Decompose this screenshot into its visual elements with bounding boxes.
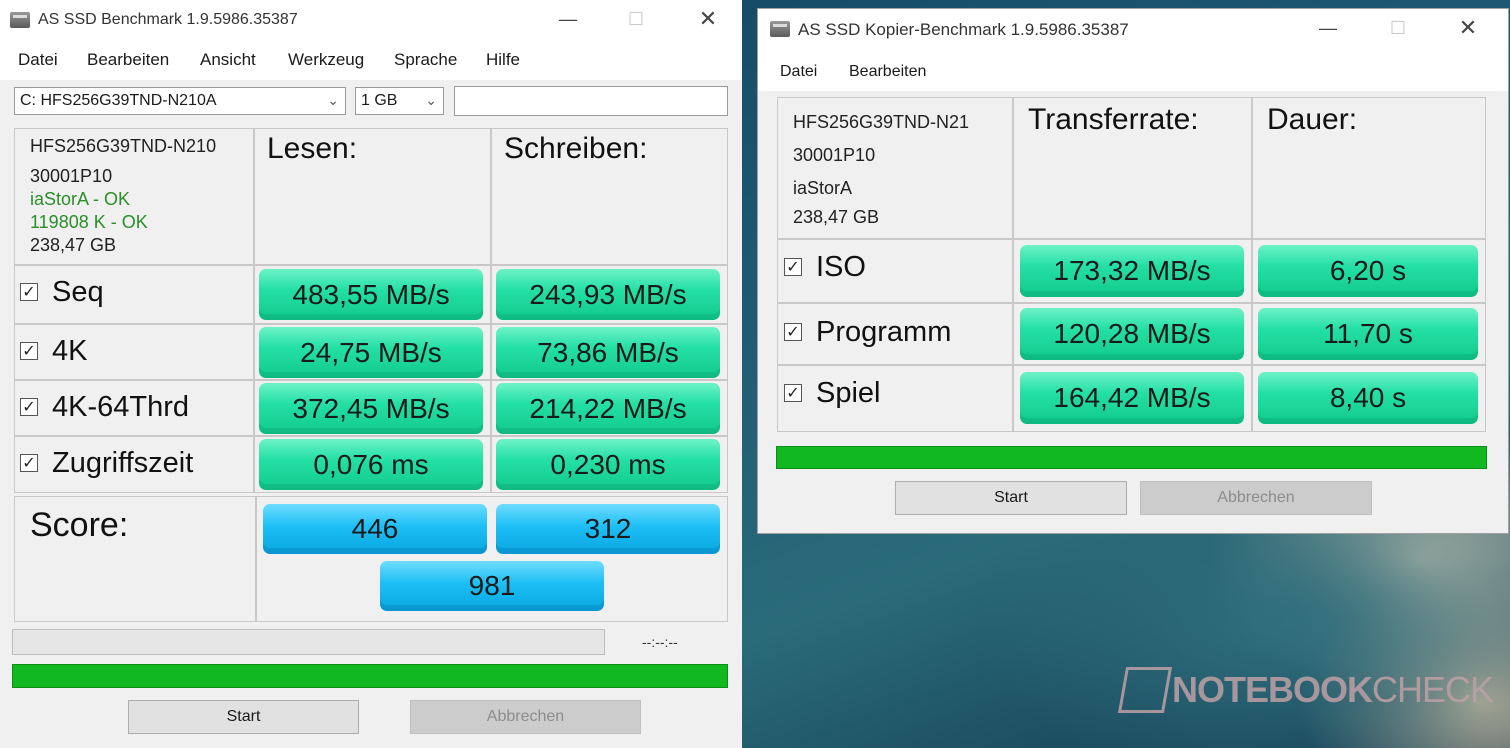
close-button[interactable]: ✕	[1446, 13, 1490, 43]
checkbox-checked-icon[interactable]: ✓	[784, 323, 802, 341]
result-write: 73,86 MB/s	[496, 327, 720, 378]
test-4k-64thrd[interactable]: ✓ 4K-64Thrd	[20, 389, 189, 425]
window-title: AS SSD Kopier-Benchmark 1.9.5986.35387	[798, 20, 1129, 39]
menu-hilfe[interactable]: Hilfe	[486, 50, 520, 70]
rate-header: Transferrate:	[1028, 103, 1199, 136]
test-iso[interactable]: ✓ ISO	[784, 249, 866, 285]
test-seq[interactable]: ✓ Seq	[20, 274, 104, 310]
copy-progress-bar	[776, 446, 1487, 469]
result-write: 243,93 MB/s	[496, 269, 720, 320]
size-select-value: 1 GB	[361, 92, 398, 109]
drive-select[interactable]: C: HFS256G39TND-N210A ⌄	[14, 87, 346, 115]
checkbox-checked-icon[interactable]: ✓	[20, 342, 38, 360]
minimize-button[interactable]: —	[546, 4, 590, 34]
drive-firmware: 30001P10	[30, 166, 113, 186]
result-read: 0,076 ms	[259, 439, 483, 490]
drive-capacity: 238,47 GB	[793, 207, 880, 227]
checkbox-checked-icon[interactable]: ✓	[20, 283, 38, 301]
size-select[interactable]: 1 GB ⌄	[355, 87, 444, 115]
close-button[interactable]: ✕	[686, 4, 730, 34]
score-read: 446	[263, 504, 487, 554]
elapsed-time: --:--:--	[642, 634, 678, 650]
chevron-down-icon: ⌄	[327, 92, 339, 108]
checkbox-checked-icon[interactable]: ✓	[784, 384, 802, 402]
result-rate: 173,32 MB/s	[1020, 245, 1244, 297]
driver-status: iaStorA - OK	[30, 189, 131, 209]
test-programm[interactable]: ✓ Programm	[784, 314, 951, 350]
cancel-button: Abbrechen	[410, 700, 641, 734]
checkbox-checked-icon[interactable]: ✓	[784, 258, 802, 276]
score-write: 312	[496, 504, 720, 554]
drive-firmware: 30001P10	[793, 145, 876, 165]
result-rate: 164,42 MB/s	[1020, 372, 1244, 424]
text-input[interactable]	[454, 86, 728, 116]
drive-info: HFS256G39TND-N21 30001P10 iaStorA 238,47…	[793, 106, 969, 234]
write-header: Schreiben:	[504, 132, 648, 165]
score-label: Score:	[30, 506, 129, 544]
result-read: 24,75 MB/s	[259, 327, 483, 378]
menu-werkzeug[interactable]: Werkzeug	[288, 50, 364, 70]
test-label: Spiel	[816, 376, 881, 409]
overall-progress-bar	[12, 664, 728, 688]
test-label: 4K	[52, 334, 88, 367]
test-spiel[interactable]: ✓ Spiel	[784, 375, 881, 411]
result-rate: 120,28 MB/s	[1020, 308, 1244, 360]
menu-bar: Datei Bearbeiten	[758, 63, 1508, 89]
test-access-time[interactable]: ✓ Zugriffszeit	[20, 445, 193, 481]
menu-bar: Datei Bearbeiten Ansicht Werkzeug Sprach…	[0, 50, 742, 76]
drive-select-value: C: HFS256G39TND-N210A	[20, 92, 217, 109]
copy-benchmark-window: AS SSD Kopier-Benchmark 1.9.5986.35387 —…	[757, 8, 1509, 534]
checkbox-checked-icon[interactable]: ✓	[20, 454, 38, 472]
chevron-down-icon: ⌄	[425, 92, 437, 108]
start-button[interactable]: Start	[128, 700, 359, 734]
menu-ansicht[interactable]: Ansicht	[200, 50, 256, 70]
duration-header: Dauer:	[1267, 103, 1358, 136]
benchmark-window: AS SSD Benchmark 1.9.5986.35387 — ☐ ✕ Da…	[0, 0, 742, 748]
drive-info: HFS256G39TND-N210 30001P10 iaStorA - OK …	[30, 135, 216, 257]
test-label: Programm	[816, 315, 952, 348]
drive-capacity: 238,47 GB	[30, 235, 117, 255]
result-duration: 11,70 s	[1258, 308, 1478, 360]
menu-bearbeiten[interactable]: Bearbeiten	[849, 63, 926, 81]
menu-datei[interactable]: Datei	[780, 63, 817, 81]
test-4k[interactable]: ✓ 4K	[20, 333, 87, 369]
title-bar[interactable]: AS SSD Benchmark 1.9.5986.35387 — ☐ ✕	[0, 0, 742, 40]
checkbox-checked-icon[interactable]: ✓	[20, 398, 38, 416]
hard-drive-icon	[770, 21, 790, 37]
start-button[interactable]: Start	[895, 481, 1127, 515]
result-duration: 8,40 s	[1258, 372, 1478, 424]
cancel-button: Abbrechen	[1140, 481, 1372, 515]
minimize-button[interactable]: —	[1306, 13, 1350, 43]
result-duration: 6,20 s	[1258, 245, 1478, 297]
test-label: Seq	[52, 275, 104, 308]
menu-datei[interactable]: Datei	[18, 50, 58, 70]
result-write: 0,230 ms	[496, 439, 720, 490]
result-read: 483,55 MB/s	[259, 269, 483, 320]
maximize-button: ☐	[627, 9, 645, 29]
test-progress-bar	[12, 629, 605, 655]
hard-drive-icon	[10, 12, 30, 28]
result-write: 214,22 MB/s	[496, 383, 720, 434]
window-title: AS SSD Benchmark 1.9.5986.35387	[38, 11, 298, 28]
test-label: 4K-64Thrd	[52, 390, 190, 423]
read-header: Lesen:	[267, 132, 358, 165]
test-label: ISO	[816, 250, 866, 283]
alignment-status: 119808 K - OK	[30, 212, 148, 232]
watermark-bold: NOTEBOOK	[1172, 669, 1373, 710]
notebookcheck-watermark: NOTEBOOK CHECK	[1117, 660, 1502, 720]
result-read: 372,45 MB/s	[259, 383, 483, 434]
menu-bearbeiten[interactable]: Bearbeiten	[87, 50, 169, 70]
notebookcheck-logo-icon	[1117, 667, 1173, 713]
test-label: Zugriffszeit	[52, 446, 194, 479]
score-total: 981	[380, 561, 604, 611]
title-bar[interactable]: AS SSD Kopier-Benchmark 1.9.5986.35387 —…	[758, 9, 1508, 49]
drive-model: HFS256G39TND-N21	[793, 112, 970, 132]
watermark-light: CHECK	[1372, 669, 1494, 710]
drive-model: HFS256G39TND-N210	[30, 136, 217, 156]
menu-sprache[interactable]: Sprache	[394, 50, 457, 70]
maximize-button: ☐	[1389, 18, 1407, 38]
